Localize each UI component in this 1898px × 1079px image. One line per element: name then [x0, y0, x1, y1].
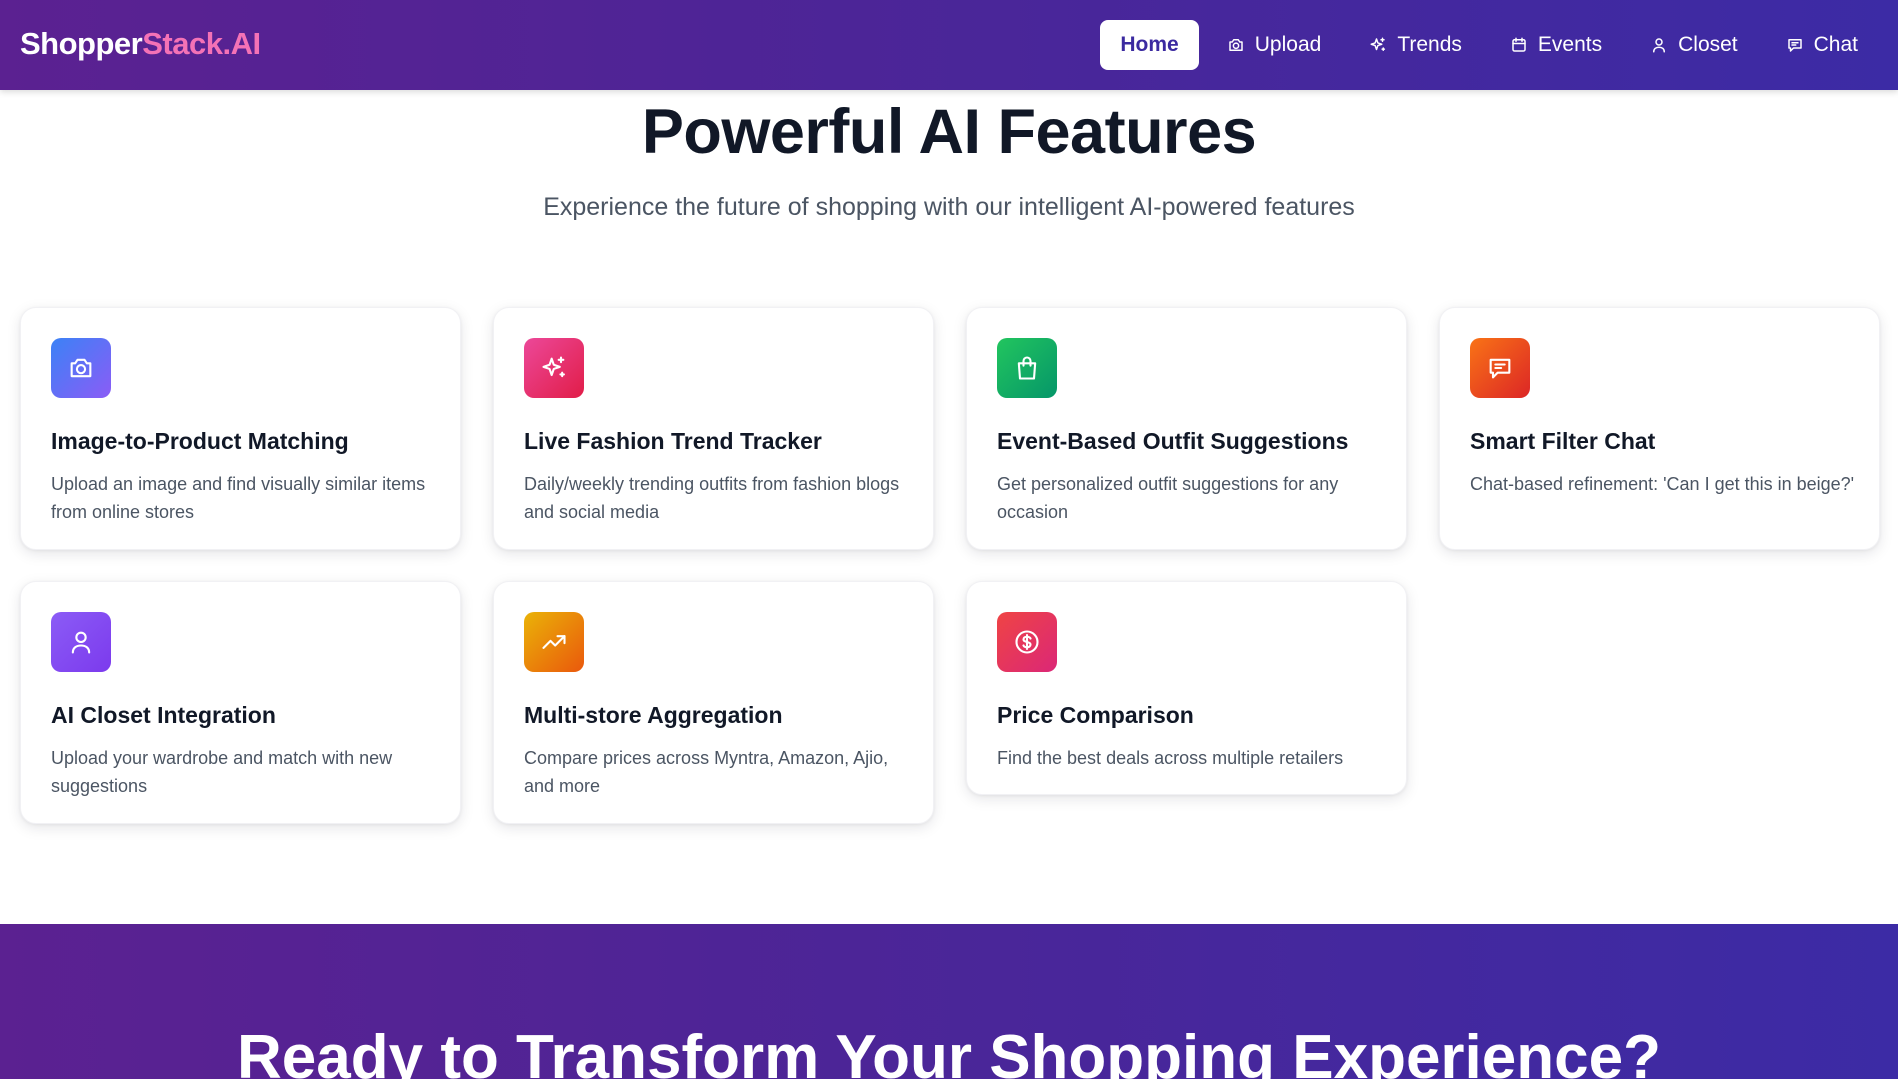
features-title: Powerful AI Features	[641, 97, 1257, 167]
nav-trends[interactable]: Trends	[1349, 20, 1482, 70]
nav-closet-label: Closet	[1678, 33, 1738, 56]
trending-up-icon	[542, 635, 566, 649]
feature-title: Multi-store Aggregation	[524, 702, 783, 728]
feature-icon-tile	[524, 338, 584, 398]
nav-events[interactable]: Events	[1490, 20, 1622, 70]
feature-card-smart-chat[interactable]: Smart Filter Chat Chat-based refinement:…	[1439, 307, 1880, 550]
feature-description: Find the best deals across multiple reta…	[997, 748, 1344, 768]
feature-title: AI Closet Integration	[51, 702, 276, 728]
camera-icon	[70, 358, 92, 378]
feature-description: Upload an image and find visually simila…	[51, 474, 426, 522]
nav-chat[interactable]: Chat	[1766, 20, 1878, 70]
feature-card-multistore[interactable]: Multi-store Aggregation Compare prices a…	[493, 581, 934, 824]
logo-text-accent: Stack.AI	[142, 26, 261, 61]
feature-description: Get personalized outfit suggestions for …	[997, 474, 1339, 522]
nav-upload-label: Upload	[1254, 33, 1322, 56]
feature-icon-tile	[51, 338, 111, 398]
user-icon	[71, 631, 91, 654]
feature-card-image-matching[interactable]: Image-to-Product Matching Upload an imag…	[20, 307, 461, 550]
feature-title: Image-to-Product Matching	[51, 428, 349, 454]
feature-description: Upload your wardrobe and match with new …	[51, 748, 393, 796]
brand-logo[interactable]: ShopperStack.AI	[20, 26, 261, 62]
nav-chat-label: Chat	[1813, 33, 1858, 56]
feature-description: Compare prices across Myntra, Amazon, Aj…	[524, 748, 889, 796]
feature-icon-tile	[524, 612, 584, 672]
feature-icon-tile	[997, 612, 1057, 672]
nav-trends-label: Trends	[1397, 33, 1462, 56]
nav-menu: Home Upload Trends Events Closet Chat	[1100, 20, 1878, 70]
chat-icon	[1787, 39, 1802, 52]
feature-icon-tile	[51, 612, 111, 672]
shopping-bag-icon	[1017, 356, 1037, 380]
feature-icon-tile	[997, 338, 1057, 398]
user-icon	[1653, 38, 1666, 53]
camera-icon	[1229, 39, 1243, 51]
feature-card-event-outfits[interactable]: Event-Based Outfit Suggestions Get perso…	[966, 307, 1407, 550]
feature-title: Event-Based Outfit Suggestions	[997, 428, 1349, 454]
feature-description: Chat-based refinement: 'Can I get this i…	[1470, 474, 1855, 494]
cta-banner: Ready to Transform Your Shopping Experie…	[0, 924, 1898, 1079]
feature-card-price-comparison[interactable]: Price Comparison Find the best deals acr…	[966, 581, 1407, 795]
cta-title: Ready to Transform Your Shopping Experie…	[237, 1023, 1661, 1079]
chat-icon	[1489, 358, 1511, 379]
top-navbar: ShopperStack.AI Home Upload Trends Event…	[0, 0, 1898, 90]
feature-title: Smart Filter Chat	[1470, 428, 1656, 454]
nav-upload[interactable]: Upload	[1207, 20, 1342, 70]
calendar-icon	[1512, 37, 1526, 52]
nav-home[interactable]: Home	[1100, 20, 1199, 70]
feature-description: Daily/weekly trending outfits from fashi…	[524, 474, 900, 522]
nav-events-label: Events	[1537, 33, 1603, 56]
nav-home-label: Home	[1120, 33, 1179, 56]
feature-title: Live Fashion Trend Tracker	[524, 428, 822, 454]
features-subtitle: Experience the future of shopping with o…	[543, 193, 1355, 221]
feature-card-closet[interactable]: AI Closet Integration Upload your wardro…	[20, 581, 461, 824]
dollar-icon	[1015, 630, 1039, 654]
feature-title: Price Comparison	[997, 702, 1194, 728]
feature-icon-tile	[1470, 338, 1530, 398]
feature-card-trend-tracker[interactable]: Live Fashion Trend Tracker Daily/weekly …	[493, 307, 934, 550]
nav-closet[interactable]: Closet	[1630, 20, 1758, 70]
sparkles-icon	[1370, 37, 1386, 51]
sparkles-icon	[542, 356, 565, 378]
logo-text-primary: Shopper	[20, 26, 143, 61]
